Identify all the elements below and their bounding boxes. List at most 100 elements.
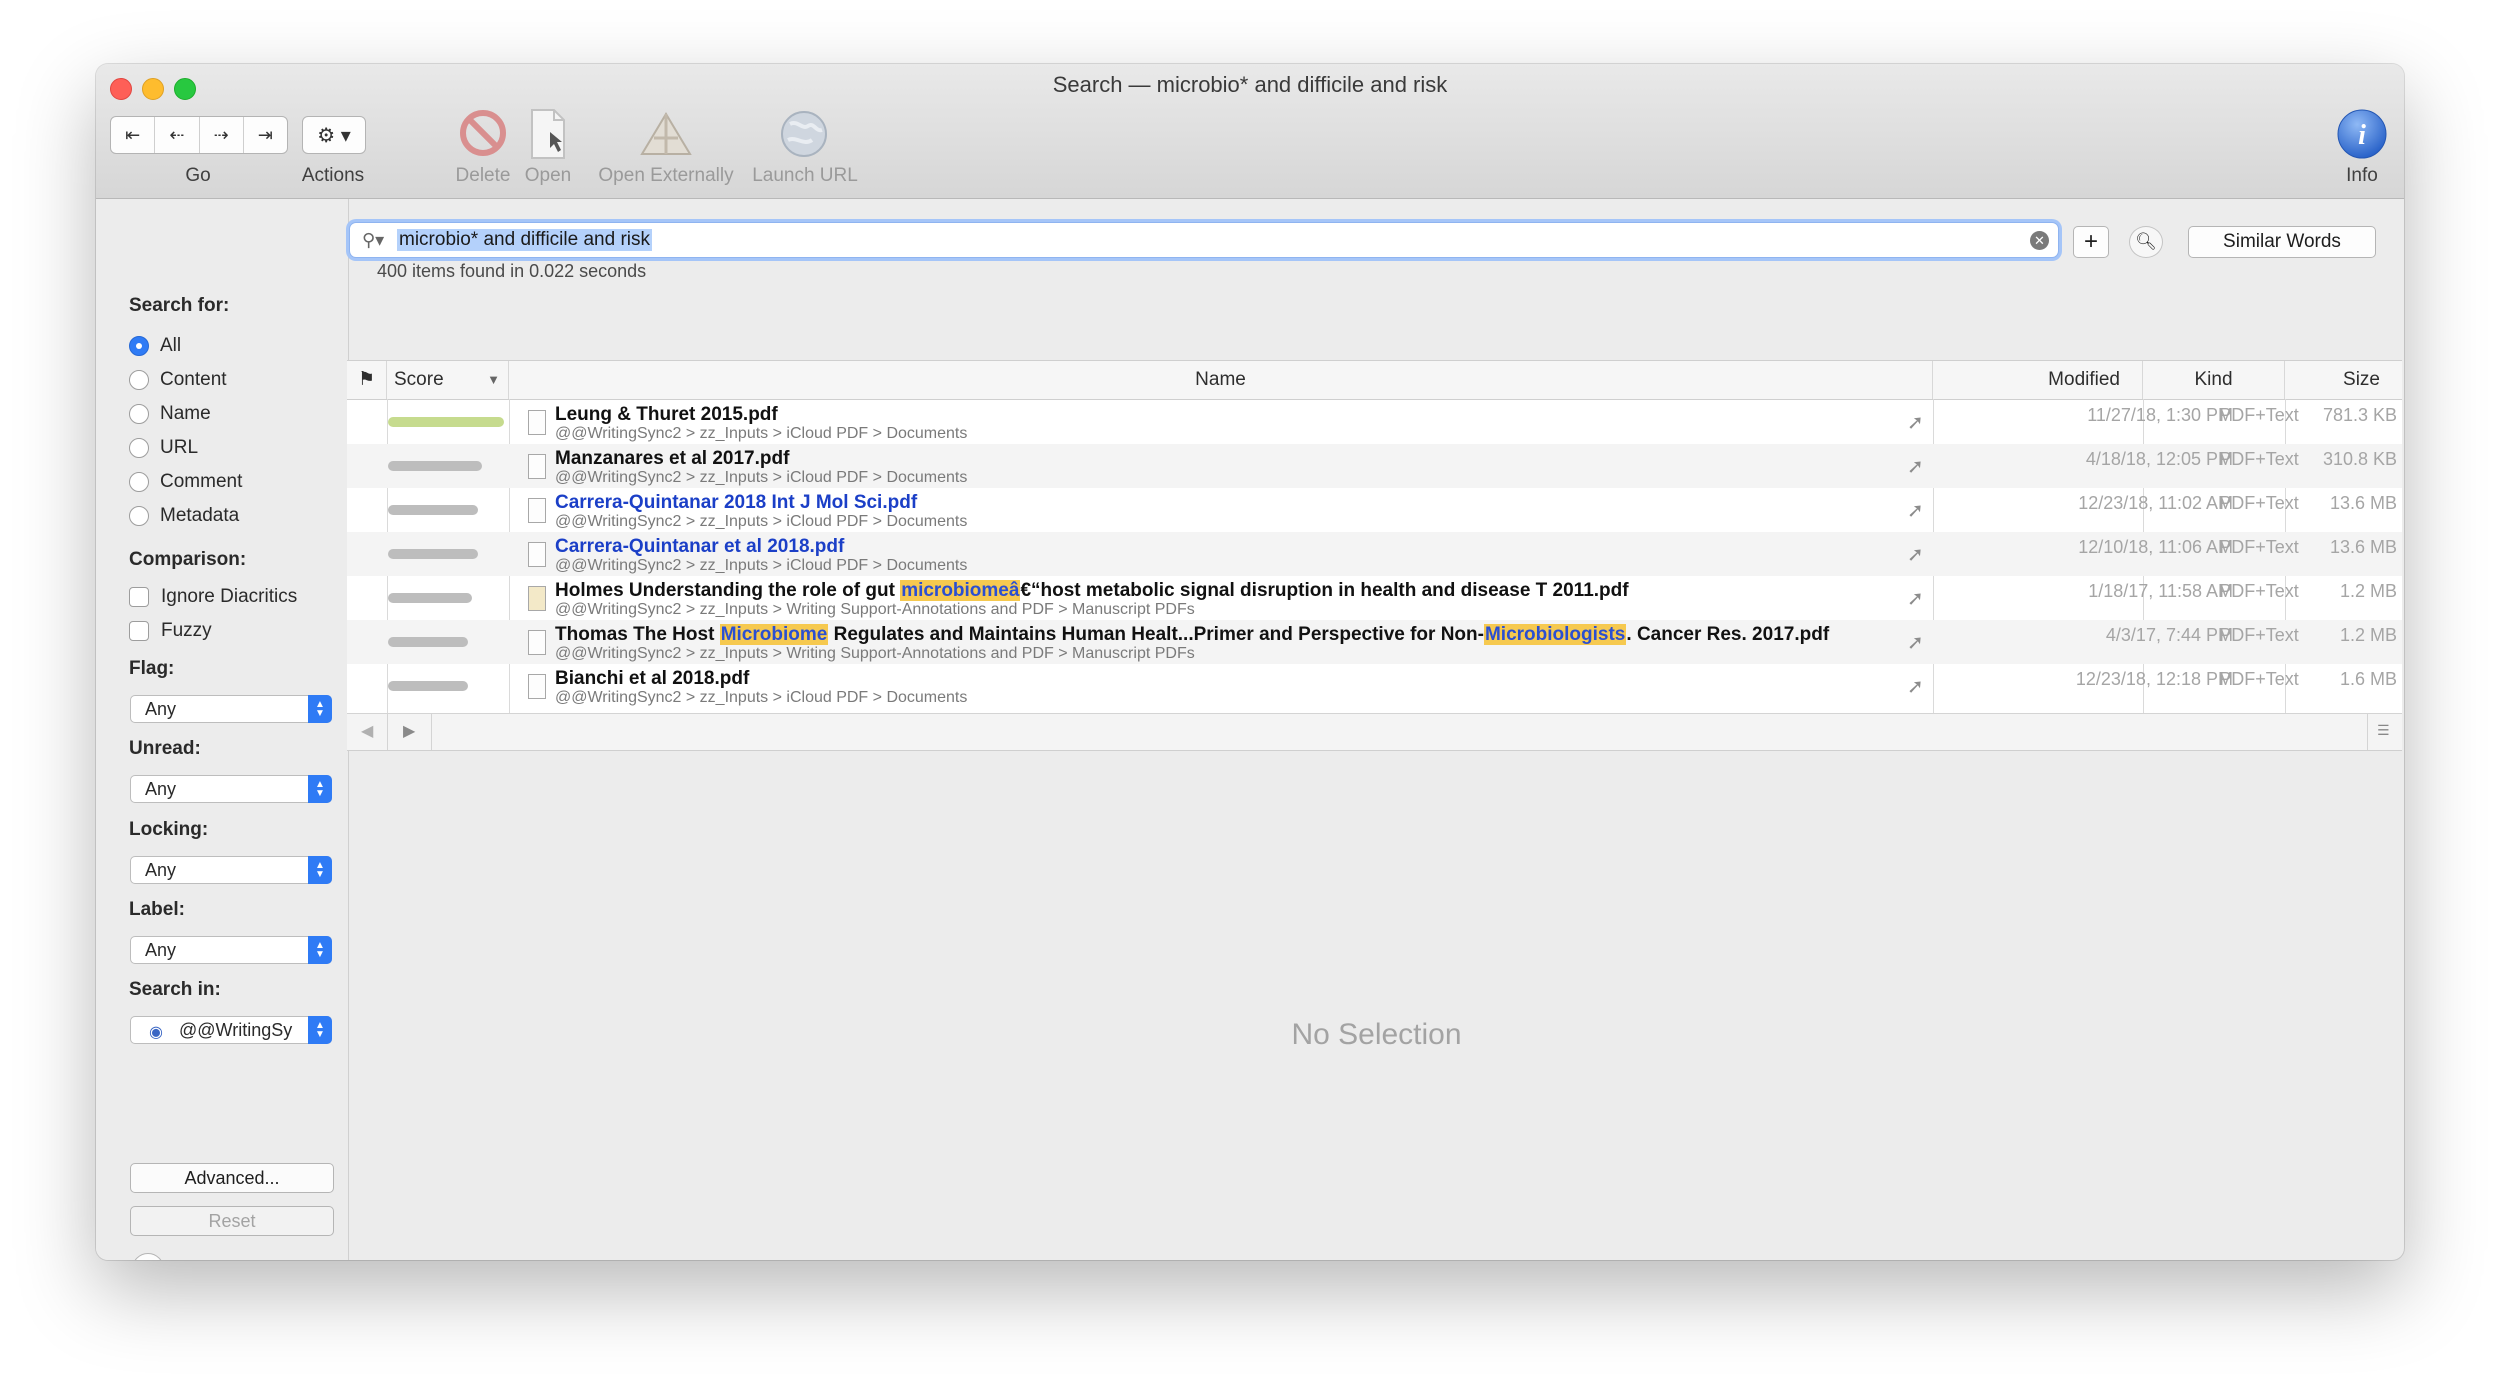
toolbar: Search — microbio* and difficile and ris…: [96, 64, 2404, 199]
advanced-button[interactable]: Advanced...: [130, 1163, 334, 1193]
flag-icon: ⚑: [357, 369, 376, 390]
search-input[interactable]: ⚲▾ microbio* and difficile and risk ✕: [349, 222, 2059, 258]
flag-column-header[interactable]: ⚑: [347, 361, 387, 399]
actions-gear-icon[interactable]: ⚙ ▾: [302, 116, 366, 154]
open-document-icon[interactable]: [528, 108, 568, 160]
go-last-icon[interactable]: ⇥: [244, 117, 287, 153]
go-label: Go: [185, 165, 211, 186]
fuzzy-checkbox[interactable]: Fuzzy: [129, 620, 212, 642]
popup-arrows-icon: ▲ ▼: [308, 856, 332, 884]
file-path: @@WritingSync2 > zz_Inputs > iCloud PDF …: [555, 469, 968, 486]
no-selection-placeholder: No Selection: [1291, 1018, 1462, 1051]
file-name: Leung & Thuret 2015.pdf: [555, 404, 778, 425]
file-name: Manzanares et al 2017.pdf: [555, 448, 790, 469]
pdf-document-icon: [528, 498, 546, 523]
alias-arrow-icon: ➚: [1907, 676, 1924, 698]
file-size: 1.2 MB: [2339, 581, 2397, 601]
launch-url-label: Launch URL: [752, 165, 858, 186]
pdf-document-icon: [528, 410, 546, 435]
search-option-name[interactable]: Name: [129, 403, 211, 425]
table-row[interactable]: Manzanares et al 2017.pdf @@WritingSync2…: [347, 444, 2402, 488]
table-row[interactable]: Carrera-Quintanar 2018 Int J Mol Sci.pdf…: [347, 488, 2402, 532]
go-back-icon[interactable]: ⇠: [155, 117, 200, 153]
search-in-heading: Search in:: [129, 979, 221, 1000]
open-externally-label: Open Externally: [598, 165, 734, 186]
search-term-highlight: Microbiologists: [1483, 624, 1627, 645]
clear-search-icon[interactable]: ✕: [2030, 231, 2049, 250]
flag-popup[interactable]: Any ▲ ▼: [130, 695, 332, 723]
go-first-icon[interactable]: ⇤: [111, 117, 156, 153]
score-column-header[interactable]: Score ▼: [387, 361, 509, 399]
score-bar: [388, 549, 478, 559]
table-row[interactable]: Holmes Understanding the role of gut mic…: [347, 576, 2402, 620]
popup-arrows-icon: ▲ ▼: [308, 1016, 332, 1044]
name-column-header[interactable]: Name: [509, 361, 1933, 399]
alias-arrow-icon: ➚: [1907, 632, 1924, 654]
comparison-heading: Comparison:: [129, 549, 247, 570]
alias-arrow-icon: ➚: [1907, 588, 1924, 610]
add-search-button[interactable]: +: [2073, 226, 2109, 258]
reset-button[interactable]: Reset: [130, 1206, 334, 1236]
horizontal-scrollbar[interactable]: ◀ ▶ ☰: [347, 713, 2402, 751]
scroll-right-icon[interactable]: ▶: [403, 721, 415, 741]
sort-descending-icon: ▼: [487, 372, 500, 387]
info-icon[interactable]: i: [2336, 108, 2388, 160]
score-bar: [388, 417, 504, 427]
score-bar: [388, 681, 468, 691]
search-option-content[interactable]: Content: [129, 369, 227, 391]
delete-icon[interactable]: [458, 108, 508, 158]
file-path: @@WritingSync2 > zz_Inputs > iCloud PDF …: [555, 513, 968, 530]
table-header: ⚑ Score ▼ Name Modified Kind Size: [347, 361, 2402, 400]
delete-label: Delete: [455, 165, 511, 186]
table-row[interactable]: Carrera-Quintanar et al 2018.pdf @@Writi…: [347, 532, 2402, 576]
locking-popup[interactable]: Any ▲ ▼: [130, 856, 332, 884]
label-popup[interactable]: Any ▲ ▼: [130, 936, 332, 964]
modified-column-header[interactable]: Modified: [1933, 361, 2143, 399]
flag-heading: Flag:: [129, 658, 175, 679]
file-name: Thomas The Host Microbiome Regulates and…: [555, 624, 1830, 645]
alias-arrow-icon: ➚: [1907, 544, 1924, 566]
help-button[interactable]: ?: [132, 1253, 164, 1260]
search-term-highlight: microbiomeâ: [900, 580, 1021, 601]
window-title: Search — microbio* and difficile and ris…: [1052, 72, 1448, 97]
info-label: Info: [2346, 165, 2378, 186]
ignore-diacritics-checkbox[interactable]: Ignore Diacritics: [129, 586, 297, 608]
file-path: @@WritingSync2 > zz_Inputs > iCloud PDF …: [555, 557, 968, 574]
svg-text:i: i: [2358, 120, 2366, 151]
search-option-url[interactable]: URL: [129, 437, 198, 459]
results-area: ⚲▾ microbio* and difficile and risk ✕ + …: [347, 199, 2404, 1260]
actions-label: Actions: [301, 165, 365, 186]
pdf-document-icon: [528, 542, 546, 567]
scroll-left-icon[interactable]: ◀: [361, 721, 373, 741]
unread-popup[interactable]: Any ▲ ▼: [130, 775, 332, 803]
search-option-comment[interactable]: Comment: [129, 471, 242, 493]
search-in-popup[interactable]: ◉ @@WritingSy ▲ ▼: [130, 1016, 332, 1044]
pdf-document-icon: [528, 454, 546, 479]
kind-column-header[interactable]: Kind: [2143, 361, 2285, 399]
popup-arrows-icon: ▲ ▼: [308, 775, 332, 803]
table-row[interactable]: Bianchi et al 2018.pdf @@WritingSync2 > …: [347, 664, 2402, 708]
score-bar: [388, 505, 478, 515]
similar-words-button[interactable]: Similar Words: [2188, 226, 2376, 258]
file-name: Bianchi et al 2018.pdf: [555, 668, 750, 689]
search-query-text: microbio* and difficile and risk: [397, 229, 652, 251]
search-magnifier-icon[interactable]: 🔍︎: [2129, 226, 2163, 258]
size-column-header[interactable]: Size: [2285, 361, 2402, 399]
table-row[interactable]: Thomas The Host Microbiome Regulates and…: [347, 620, 2402, 664]
search-window: Search — microbio* and difficile and ris…: [96, 64, 2404, 1260]
search-options-sidebar: Search for: All Content Name URL Comment…: [96, 199, 349, 1260]
file-name: Carrera-Quintanar 2018 Int J Mol Sci.pdf: [555, 492, 918, 513]
open-externally-icon[interactable]: [636, 108, 696, 160]
globe-icon[interactable]: [778, 108, 830, 160]
annotated-document-icon: [528, 586, 546, 611]
file-path: @@WritingSync2 > zz_Inputs > iCloud PDF …: [555, 689, 968, 706]
search-option-all[interactable]: All: [129, 335, 181, 357]
table-row[interactable]: Leung & Thuret 2015.pdf @@WritingSync2 >…: [347, 400, 2402, 444]
pdf-document-icon: [528, 674, 546, 699]
score-bar: [388, 593, 472, 603]
file-name: Holmes Understanding the role of gut mic…: [555, 580, 1629, 601]
column-options-icon[interactable]: ☰: [2377, 722, 2390, 739]
alias-arrow-icon: ➚: [1907, 456, 1924, 478]
go-forward-icon[interactable]: ⇢: [200, 117, 244, 153]
search-option-metadata[interactable]: Metadata: [129, 505, 239, 527]
